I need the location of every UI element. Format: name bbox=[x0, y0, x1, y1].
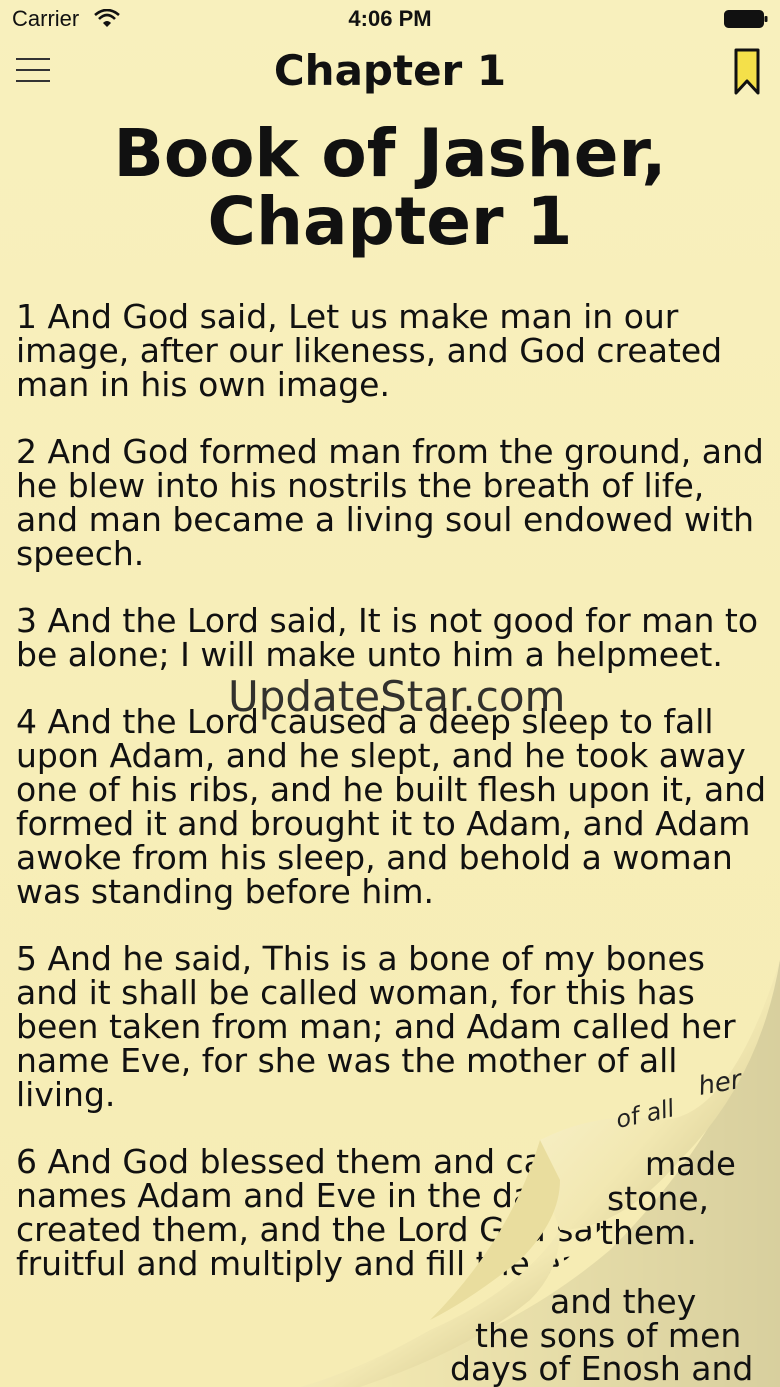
nav-title: Chapter 1 bbox=[273, 46, 507, 95]
verse-2: 2 And God formed man from the ground, an… bbox=[16, 432, 764, 573]
watermark: UpdateStar.com bbox=[228, 672, 566, 721]
verse-1: 1 And God said, Let us make man in our i… bbox=[16, 297, 723, 404]
chapter-heading: Book of Jasher, Chapter 1 bbox=[113, 115, 667, 260]
verse-4: 4 And the Lord caused a deep sleep to fa… bbox=[16, 702, 767, 911]
status-bar: Carrier 4:06 PM bbox=[0, 0, 780, 40]
bookmark-icon[interactable] bbox=[733, 48, 761, 96]
battery-icon bbox=[724, 10, 768, 28]
verse-5: 5 And he said, This is a bone of my bone… bbox=[16, 939, 736, 1114]
clock: 4:06 PM bbox=[348, 6, 432, 31]
verse-list: 1 And God said, Let us make man in our i… bbox=[16, 300, 776, 1314]
verse-3: 3 And the Lord said, It is not good for … bbox=[16, 601, 759, 674]
verse-6: 6 And God blessed them and called their … bbox=[16, 1142, 691, 1283]
